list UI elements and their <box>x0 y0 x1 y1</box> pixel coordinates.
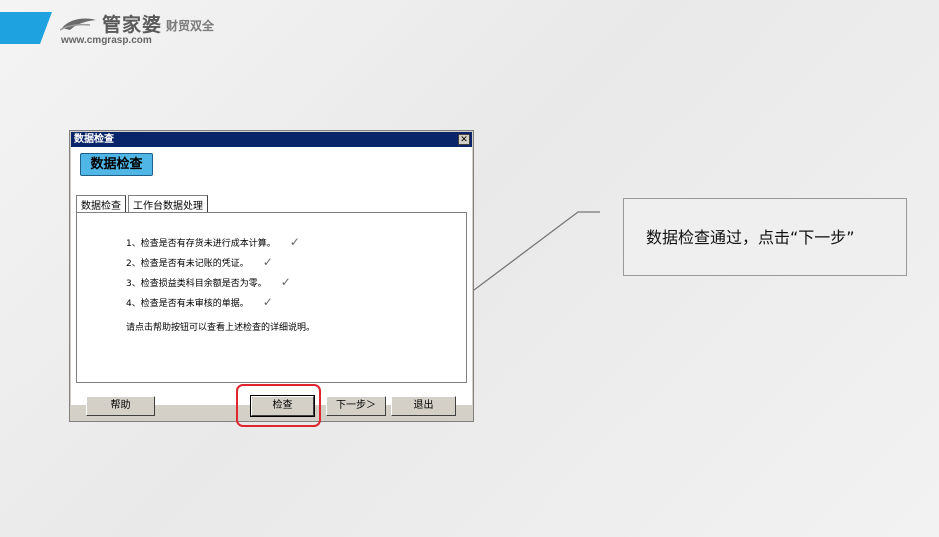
dialog-content: 数据检查 数据检查 工作台数据处理 1、检查是否有存货未进行成本计算。 ✓ 2、… <box>71 147 472 405</box>
next-step-button[interactable]: 下一步＞ <box>326 396 386 416</box>
exit-button[interactable]: 退出 <box>391 396 456 416</box>
help-button[interactable]: 帮助 <box>86 396 155 416</box>
data-check-dialog: 数据检查 ✕ 数据检查 数据检查 工作台数据处理 1、检查是否有存货未进行成本计… <box>69 130 474 422</box>
tab-strip: 数据检查 工作台数据处理 <box>76 195 210 214</box>
check-item: 4、检查是否有未审核的单据。 ✓ <box>126 295 273 309</box>
check-item-label: 4、检查是否有未审核的单据。 <box>126 298 249 309</box>
check-item: 1、检查是否有存货未进行成本计算。 ✓ <box>126 235 300 249</box>
check-button-highlight <box>236 384 321 427</box>
section-badge: 数据检查 <box>80 153 153 176</box>
checkmark-icon: ✓ <box>262 255 273 269</box>
check-item-label: 3、检查损益类科目余额是否为零。 <box>126 278 267 289</box>
checkmark-icon: ✓ <box>289 235 300 249</box>
checkmark-icon: ✓ <box>262 295 273 309</box>
brand-stripe <box>0 12 52 44</box>
brand-url: www.cmgrasp.com <box>61 35 152 46</box>
checkmark-icon: ✓ <box>280 275 291 289</box>
instruction-callout: 数据检查通过，点击“下一步” <box>623 198 907 276</box>
check-item-label: 2、检查是否有未记账的凭证。 <box>126 258 249 269</box>
help-note: 请点击帮助按钮可以查看上述检查的详细说明。 <box>126 323 316 333</box>
dialog-title: 数据检查 <box>74 134 114 145</box>
tab-workbench-data[interactable]: 工作台数据处理 <box>128 195 208 213</box>
check-item: 3、检查损益类科目余额是否为零。 ✓ <box>126 275 291 289</box>
logo: 管家婆 财贸双全 <box>60 10 214 37</box>
dialog-titlebar[interactable]: 数据检查 ✕ <box>71 132 472 147</box>
close-icon[interactable]: ✕ <box>458 134 470 145</box>
brand-name: 管家婆 <box>102 14 163 36</box>
logo-swoosh-icon <box>60 18 96 31</box>
tab-panel: 1、检查是否有存货未进行成本计算。 ✓ 2、检查是否有未记账的凭证。 ✓ 3、检… <box>76 212 467 383</box>
check-item: 2、检查是否有未记账的凭证。 ✓ <box>126 255 273 269</box>
brand-tagline: 财贸双全 <box>166 19 215 33</box>
check-item-label: 1、检查是否有存货未进行成本计算。 <box>126 238 276 249</box>
